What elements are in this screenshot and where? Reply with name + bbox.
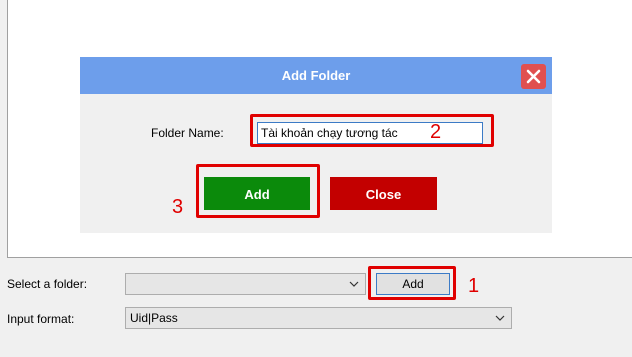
chevron-down-icon	[495, 315, 505, 321]
callout-step-2: 2	[430, 121, 442, 143]
select-folder-dropdown[interactable]	[125, 273, 366, 295]
chevron-down-icon	[349, 281, 359, 287]
add-folder-button[interactable]: Add	[376, 273, 450, 295]
close-icon	[526, 69, 541, 84]
input-format-dropdown[interactable]: Uid|Pass	[125, 307, 512, 329]
dialog-title: Add Folder	[281, 68, 351, 83]
select-folder-label: Select a folder:	[7, 277, 88, 291]
input-format-label: Input format:	[7, 312, 75, 326]
dialog-close-text-button[interactable]: Close	[330, 177, 437, 210]
folder-name-label: Folder Name:	[151, 126, 224, 140]
highlight-dialog-add	[196, 164, 320, 218]
callout-step-1: 1	[468, 275, 480, 297]
dialog-close-button[interactable]	[521, 64, 546, 89]
input-format-value: Uid|Pass	[130, 311, 178, 325]
callout-step-3: 3	[172, 196, 184, 218]
dialog-titlebar: Add Folder	[80, 57, 552, 94]
highlight-folder-name	[250, 114, 494, 147]
